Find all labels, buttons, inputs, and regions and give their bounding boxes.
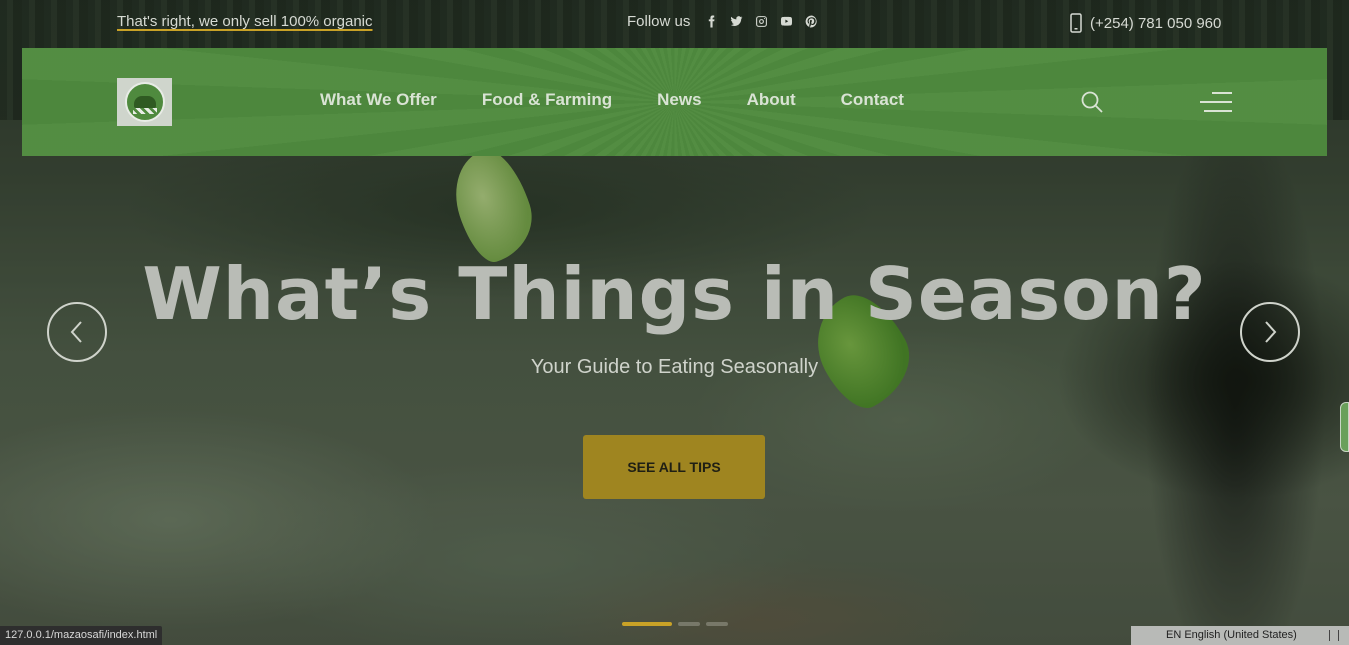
phone-number: (+254) 781 050 960 [1090,14,1222,32]
see-all-tips-button[interactable]: SEE ALL TIPS [583,435,765,499]
slider-dot-1[interactable] [622,622,672,626]
language-indicator[interactable]: EN English (United States) [1131,626,1349,645]
side-widget-tab[interactable] [1340,402,1349,452]
hero-subtitle: Your Guide to Eating Seasonally [530,356,819,378]
hamburger-menu-icon[interactable] [1200,92,1232,114]
instagram-icon[interactable] [754,14,769,29]
slider-pagination [622,622,728,626]
twitter-icon[interactable] [729,14,744,29]
nav-item-food-farming[interactable]: Food & Farming [482,90,612,110]
main-menu: What We Offer Food & Farming News About … [320,90,904,110]
facebook-icon[interactable] [704,14,719,29]
language-label: EN English (United States) [1166,629,1297,641]
nav-item-about[interactable]: About [747,90,796,110]
search-icon[interactable] [1080,90,1104,114]
slider-dot-2[interactable] [678,622,700,626]
status-bar-url: 127.0.0.1/mazaosafi/index.html [0,626,163,645]
pinterest-icon[interactable] [804,14,819,29]
nav-item-news[interactable]: News [657,90,701,110]
site-logo[interactable] [117,78,172,126]
nav-item-what-we-offer[interactable]: What We Offer [320,90,437,110]
nav-item-contact[interactable]: Contact [841,90,904,110]
social-follow: Follow us [627,13,829,30]
main-navbar: What We Offer Food & Farming News About … [22,48,1327,156]
hero-title: What’s Things in Season? [142,252,1207,336]
slider-dot-3[interactable] [706,622,728,626]
resize-grip-icon [1329,630,1339,641]
logo-emblem-icon [124,82,165,122]
phone-contact[interactable]: (+254) 781 050 960 [1070,13,1221,33]
mobile-phone-icon [1070,13,1082,33]
slider-next-button[interactable] [1240,302,1300,362]
top-bar: That's right, we only sell 100% organic … [0,0,1349,46]
chevron-left-icon [70,321,82,343]
promo-link[interactable]: That's right, we only sell 100% organic [117,13,373,30]
youtube-icon[interactable] [779,14,794,29]
slider-prev-button[interactable] [47,302,107,362]
chevron-right-icon [1265,321,1277,343]
follow-label: Follow us [627,13,691,30]
